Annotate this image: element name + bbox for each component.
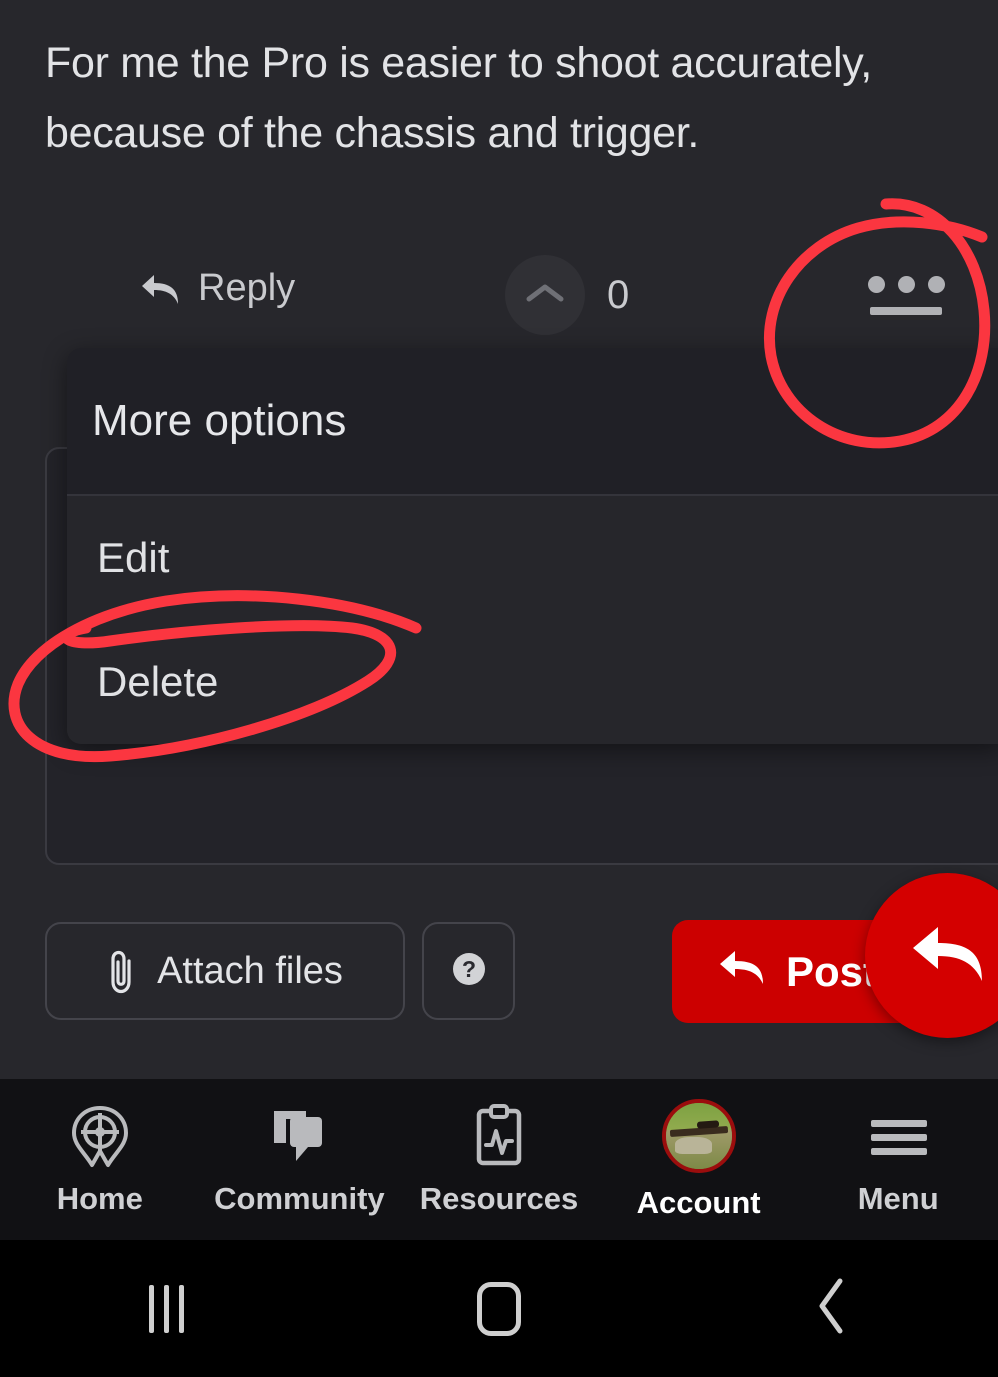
upvote-button[interactable] [505,255,585,335]
reply-arrow-icon [910,921,986,990]
back-chevron-icon [810,1275,854,1342]
reply-arrow-icon [718,947,766,997]
comment-line-2: because of the chassis and trigger. [45,109,700,157]
more-options-menu-title: More options [92,396,347,445]
nav-label: Menu [857,1180,939,1216]
question-mark-icon: ? [449,949,489,994]
menu-item-delete[interactable]: Delete [67,620,998,744]
more-options-underline [870,307,942,315]
vote-group: 0 [505,255,629,335]
attach-files-button[interactable]: Attach files [45,922,405,1020]
more-options-menu-items: Edit Delete [67,496,998,744]
chevron-up-icon [525,280,565,311]
avatar [661,1098,736,1173]
system-navigation-bar [0,1240,998,1377]
nav-item-resources[interactable]: Resources [399,1103,599,1217]
clipboard-chart-icon [466,1103,532,1169]
comment-body: For me the Pro is easier to shoot accura… [45,28,998,168]
help-button[interactable]: ? [422,922,515,1020]
paperclip-icon [107,948,137,994]
comment-line-1: For me the Pro is easier to shoot accura… [45,39,872,87]
post-label: Post [786,947,878,995]
more-options-menu-header: More options [67,348,998,496]
system-home-button[interactable] [333,1281,666,1336]
bottom-navigation-bar: Home Community Resources Account Menu [0,1079,998,1240]
app-screen: For me the Pro is easier to shoot accura… [0,0,998,1377]
hamburger-icon [865,1103,931,1169]
nav-item-menu[interactable]: Menu [798,1103,998,1217]
menu-item-edit[interactable]: Edit [67,496,998,620]
nav-label: Account [636,1184,761,1220]
composer-toolbar: Attach files ? Post [0,905,998,1035]
crosshair-pin-icon [67,1103,133,1169]
reply-button[interactable]: Reply [140,267,295,310]
more-options-menu: More options Edit Delete [67,348,998,744]
reply-label: Reply [198,267,296,309]
more-options-button[interactable] [862,269,950,335]
nav-label: Resources [419,1180,579,1216]
svg-text:?: ? [461,956,475,982]
nav-label: Home [56,1180,143,1216]
home-square-icon [477,1281,521,1336]
nav-item-community[interactable]: Community [200,1103,400,1217]
system-back-button[interactable] [665,1275,998,1342]
vote-count: 0 [607,273,630,317]
recents-icon [148,1284,184,1333]
ellipsis-icon [862,269,950,299]
nav-label: Community [214,1180,385,1216]
chat-bubbles-icon [266,1103,332,1169]
nav-item-account[interactable]: Account [599,1098,799,1221]
menu-item-label: Delete [97,658,219,705]
attach-files-label: Attach files [157,949,343,992]
nav-item-home[interactable]: Home [0,1103,200,1217]
comment-action-row: Reply 0 [0,255,998,347]
reply-arrow-icon [140,271,182,307]
system-recents-button[interactable] [0,1284,333,1333]
menu-item-label: Edit [97,534,170,581]
